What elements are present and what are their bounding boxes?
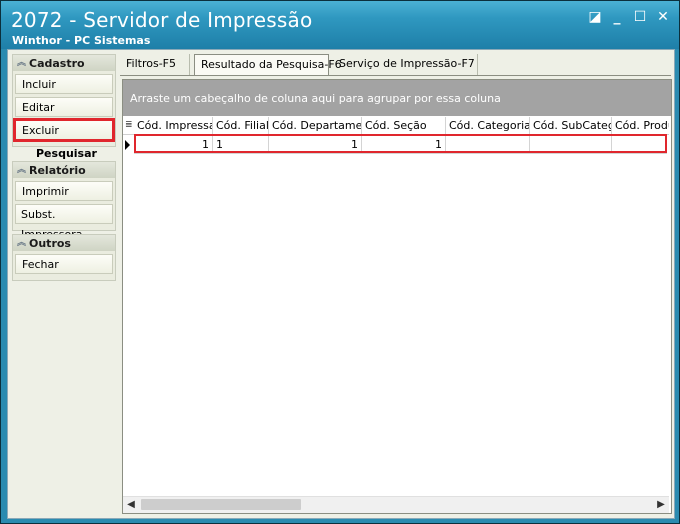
cell-cod-categoria[interactable] — [446, 135, 530, 154]
column-chooser-icon[interactable]: ≣ — [125, 119, 133, 132]
excluir-button[interactable]: Excluir — [13, 118, 115, 142]
app-window: 2072 - Servidor de Impressão Winthor - P… — [0, 0, 680, 524]
horizontal-scrollbar[interactable]: ◀ ▶ — [123, 496, 669, 513]
client-area: ︽ Cadastro Incluir Editar Excluir Pesqui… — [7, 49, 675, 519]
cell-cod-filial[interactable]: 1 — [213, 135, 269, 154]
scroll-left-icon[interactable]: ◀ — [123, 497, 139, 513]
minimize-icon[interactable]: _ — [609, 9, 625, 25]
grid-header-row: ≣ Cód. Impressao Cód. Filial Cód. Depart… — [123, 117, 669, 135]
tab-filtros[interactable]: Filtros-F5 — [120, 54, 190, 75]
column-header-cod-categoria[interactable]: Cód. Categoria — [446, 117, 530, 134]
group-label: Outros — [29, 237, 71, 250]
group-cadastro-header[interactable]: ︽ Cadastro — [12, 54, 116, 71]
column-header-cod-departamento[interactable]: Cód. Departamento — [269, 117, 362, 134]
cell-cod-departamento[interactable]: 1 — [269, 135, 362, 154]
chevron-up-icon[interactable]: ︽ — [17, 235, 26, 252]
tab-divider — [120, 75, 671, 76]
group-relatorio-header[interactable]: ︽ Relatório — [12, 161, 116, 178]
action-panel: ︽ Cadastro Incluir Editar Excluir Pesqui… — [12, 54, 116, 281]
cell-cod-subcategoria[interactable] — [530, 135, 612, 154]
column-header-cod-produto[interactable]: Cód. Produto — [612, 117, 669, 134]
editar-button[interactable]: Editar — [15, 97, 113, 117]
restore-icon[interactable]: ◪ — [587, 9, 603, 25]
close-icon[interactable]: ✕ — [655, 9, 671, 25]
group-label: Cadastro — [29, 57, 85, 70]
cell-cod-produto[interactable] — [612, 135, 667, 154]
column-header-cod-impressao[interactable]: Cód. Impressao — [134, 117, 213, 134]
pesquisar-button[interactable]: Pesquisar — [12, 147, 116, 161]
tab-resultado-pesquisa[interactable]: Resultado da Pesquisa-F6 — [194, 54, 342, 76]
subst-impressora-button[interactable]: Subst. Impressora — [15, 204, 113, 241]
maximize-icon[interactable]: ☐ — [632, 9, 648, 25]
scroll-thumb[interactable] — [141, 499, 301, 510]
tab-servico-impressao[interactable]: Serviço de Impressão-F7 — [333, 54, 478, 75]
title-bar[interactable]: 2072 - Servidor de Impressão Winthor - P… — [1, 1, 679, 49]
chevron-up-icon[interactable]: ︽ — [17, 162, 26, 179]
column-header-cod-filial[interactable]: Cód. Filial — [213, 117, 269, 134]
chevron-up-icon[interactable]: ︽ — [17, 55, 26, 72]
cell-cod-impressao[interactable]: 1 — [134, 135, 213, 154]
fechar-button[interactable]: Fechar — [15, 254, 113, 274]
group-outros: Fechar — [12, 251, 116, 281]
group-cadastro: Incluir Editar Excluir — [12, 71, 116, 147]
cell-cod-secao[interactable]: 1 — [362, 135, 446, 154]
scroll-right-icon[interactable]: ▶ — [653, 497, 669, 513]
table-row[interactable]: 1 1 1 1 — [123, 134, 669, 154]
incluir-button[interactable]: Incluir — [15, 74, 113, 94]
column-header-cod-secao[interactable]: Cód. Seção — [362, 117, 446, 134]
results-grid: Arraste um cabeçalho de coluna aqui para… — [122, 79, 672, 514]
group-label: Relatório — [29, 164, 86, 177]
group-outros-header[interactable]: ︽ Outros — [12, 234, 116, 251]
group-relatorio: Imprimir Subst. Impressora — [12, 178, 116, 241]
imprimir-button[interactable]: Imprimir — [15, 181, 113, 201]
window-subtitle: Winthor - PC Sistemas — [12, 34, 151, 47]
window-title: 2072 - Servidor de Impressão — [11, 8, 313, 32]
column-header-cod-subcategoria[interactable]: Cód. SubCategoria — [530, 117, 612, 134]
group-by-panel[interactable]: Arraste um cabeçalho de coluna aqui para… — [123, 80, 671, 116]
